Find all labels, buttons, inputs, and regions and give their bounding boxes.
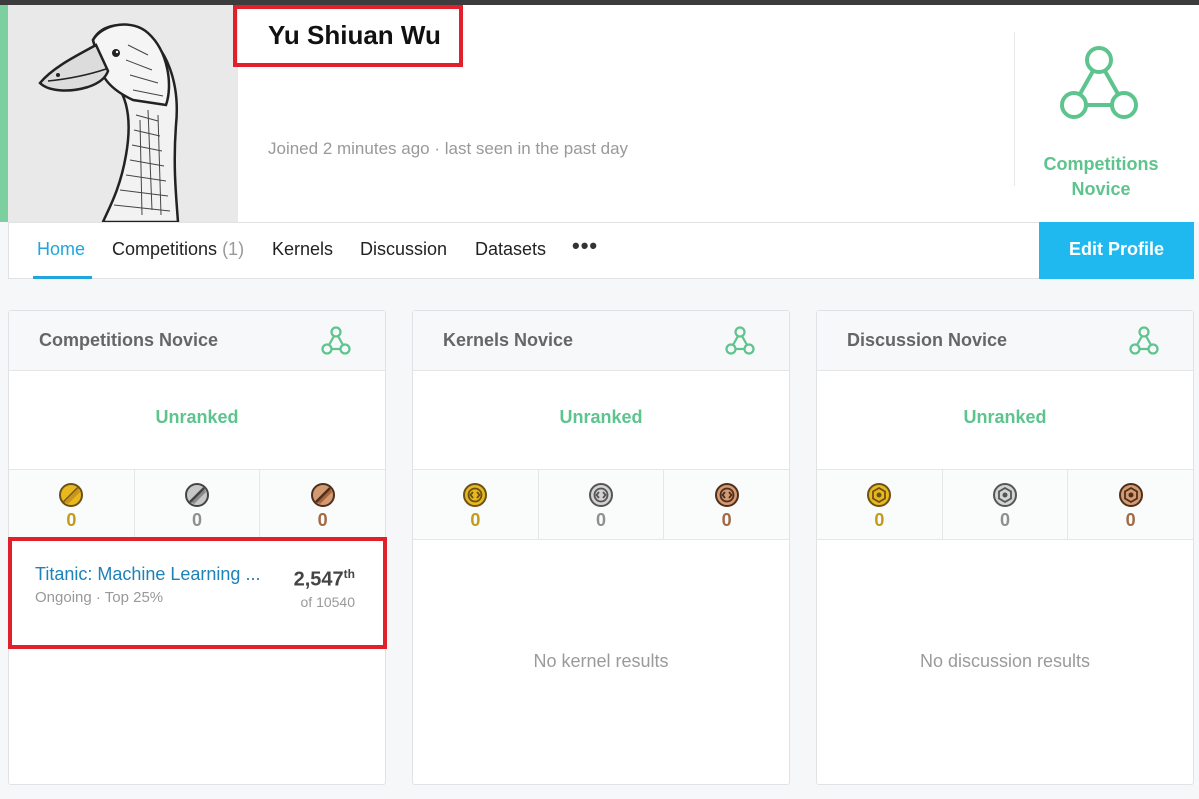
active-tab-underline <box>33 276 92 279</box>
bronze-competition-medal-icon <box>310 483 335 507</box>
highlight-box-result <box>8 537 387 649</box>
tab-competitions-count: (1) <box>222 239 245 259</box>
tier-label-line2: Novice <box>1071 179 1131 199</box>
empty-results-message: No kernel results <box>533 651 669 671</box>
gold-discussion-medal-icon <box>867 483 892 507</box>
highlight-box-name <box>233 5 463 67</box>
card-header: Competitions Novice <box>9 311 385 371</box>
bronze-count: 0 <box>721 510 732 530</box>
bronze-count: 0 <box>1125 510 1136 530</box>
bronze-medal-cell: 0 <box>1068 470 1193 539</box>
silver-count: 0 <box>1000 510 1011 530</box>
tab-discussion[interactable]: Discussion <box>360 239 447 260</box>
tab-kernels[interactable]: Kernels <box>272 239 333 260</box>
tab-competitions[interactable]: Competitions (1) <box>112 239 244 260</box>
discussion-card: Discussion Novice Unranked 0 0 0 No disc… <box>816 310 1194 785</box>
novice-tier-icon <box>1058 45 1140 130</box>
medal-row: 0 0 0 <box>413 469 789 540</box>
tab-home[interactable]: Home <box>37 239 85 260</box>
kernels-card: Kernels Novice Unranked 0 0 0 No kernel … <box>412 310 790 785</box>
tab-competitions-label: Competitions <box>112 239 218 259</box>
gold-count: 0 <box>470 510 481 530</box>
joined-status: Joined 2 minutes ago · last seen in the … <box>268 139 629 158</box>
novice-tier-icon <box>321 326 351 361</box>
silver-kernel-medal-icon <box>589 483 613 507</box>
card-header: Discussion Novice <box>817 311 1193 371</box>
silver-competition-medal-icon <box>185 483 209 507</box>
profile-nav: Home Competitions (1) Kernels Discussion… <box>8 222 1194 279</box>
silver-discussion-medal-icon <box>993 483 1017 507</box>
card-title: Discussion Novice <box>847 330 1008 350</box>
edit-profile-button[interactable]: Edit Profile <box>1039 222 1194 279</box>
card-title: Competitions Novice <box>39 330 219 350</box>
novice-tier-icon <box>725 326 755 361</box>
card-header: Kernels Novice <box>413 311 789 371</box>
medal-row: 0 0 0 <box>9 469 385 540</box>
silver-medal-cell: 0 <box>943 470 1069 539</box>
empty-results-message: No discussion results <box>919 651 1091 671</box>
gold-competition-medal-icon <box>59 483 84 507</box>
tab-datasets[interactable]: Datasets <box>475 239 546 260</box>
gold-medal-cell: 0 <box>9 470 135 539</box>
gold-count: 0 <box>874 510 885 530</box>
bronze-kernel-medal-icon <box>714 483 739 507</box>
rank-status: Unranked <box>559 407 643 427</box>
header-accent-stripe <box>0 5 8 222</box>
card-title: Kernels Novice <box>443 330 574 350</box>
rank-status: Unranked <box>155 407 239 427</box>
more-menu-icon[interactable]: ••• <box>572 233 598 259</box>
gold-medal-cell: 0 <box>817 470 943 539</box>
gold-count: 0 <box>66 510 77 530</box>
medal-row: 0 0 0 <box>817 469 1193 540</box>
rank-status: Unranked <box>963 407 1047 427</box>
novice-tier-icon <box>1129 326 1159 361</box>
silver-medal-cell: 0 <box>135 470 261 539</box>
gold-kernel-medal-icon <box>463 483 488 507</box>
bronze-discussion-medal-icon <box>1118 483 1143 507</box>
gold-medal-cell: 0 <box>413 470 539 539</box>
bronze-count: 0 <box>317 510 328 530</box>
silver-count: 0 <box>596 510 607 530</box>
silver-count: 0 <box>192 510 203 530</box>
bronze-medal-cell: 0 <box>260 470 385 539</box>
tier-label: Competitions Novice <box>1015 152 1187 202</box>
silver-medal-cell: 0 <box>539 470 665 539</box>
tier-label-line1: Competitions <box>1043 154 1159 174</box>
bronze-medal-cell: 0 <box>664 470 789 539</box>
goose-avatar-image <box>8 5 238 222</box>
avatar[interactable] <box>8 5 238 222</box>
